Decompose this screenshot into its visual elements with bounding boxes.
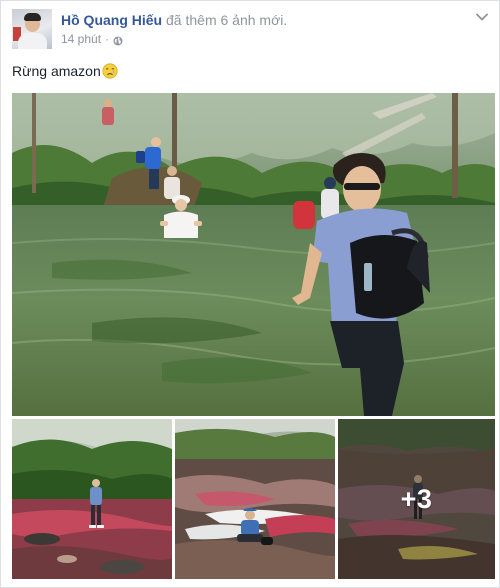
photo-group-wading-river[interactable] xyxy=(12,93,495,416)
post-message: Rừng amazon xyxy=(12,62,118,80)
more-photos-overlay[interactable]: +3 xyxy=(338,419,495,579)
chevron-down-icon xyxy=(476,13,488,21)
post-timestamp[interactable]: 14 phút xyxy=(61,32,101,47)
feed-post: Hồ Quang Hiếu đã thêm 6 ảnh mới. 14 phút… xyxy=(0,0,500,588)
post-menu-button[interactable] xyxy=(475,11,489,23)
globe-icon[interactable] xyxy=(113,35,123,45)
more-photos-count: +3 xyxy=(400,483,433,514)
crying-face-emoji xyxy=(102,63,118,79)
post-message-text: Rừng amazon xyxy=(12,63,101,79)
author-name[interactable]: Hồ Quang Hiếu xyxy=(61,12,162,28)
photo-man-sitting-river[interactable] xyxy=(175,419,335,579)
post-meta: 14 phút · xyxy=(61,32,123,47)
post-action-text: đã thêm 6 ảnh mới. xyxy=(166,12,288,28)
photo-more[interactable]: +3 xyxy=(338,419,495,579)
post-header: Hồ Quang Hiếu đã thêm 6 ảnh mới. xyxy=(61,11,287,29)
photo-man-on-rocks[interactable] xyxy=(12,419,172,579)
meta-separator: · xyxy=(105,32,110,46)
author-avatar[interactable] xyxy=(12,9,52,49)
